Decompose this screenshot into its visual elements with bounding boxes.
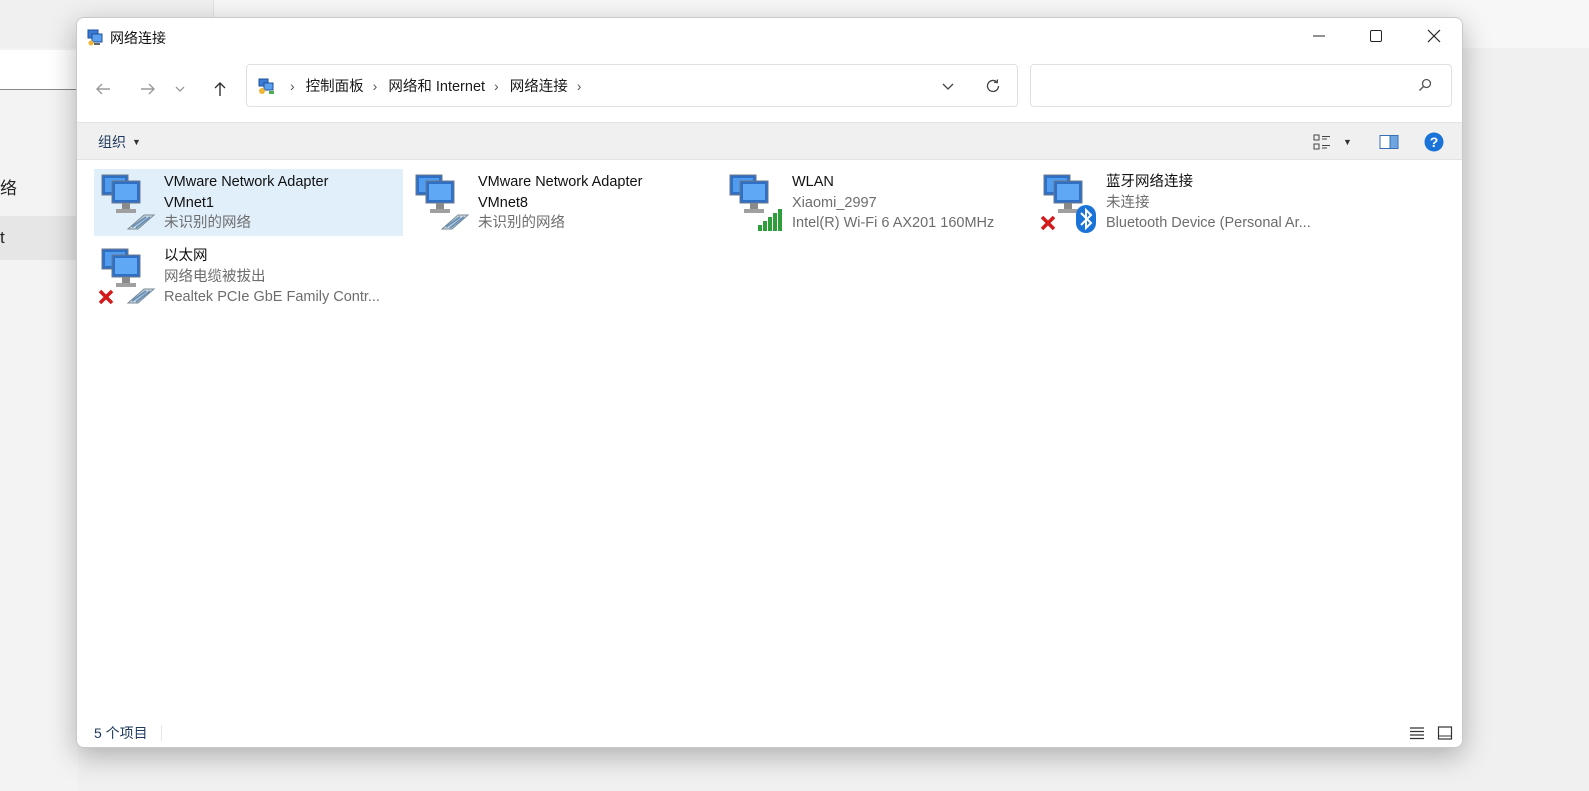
adapter-tile-ethernet[interactable]: 以太网 网络电缆被拔出 Realtek PCIe GbE Family Cont… bbox=[94, 243, 403, 310]
large-icons-view-button[interactable] bbox=[1435, 723, 1455, 743]
organize-label: 组织 bbox=[98, 134, 126, 150]
arrow-right-icon bbox=[141, 83, 155, 95]
adapter-device: Intel(R) Wi-Fi 6 AX201 160MHz bbox=[792, 215, 995, 231]
caret-down-icon: ▼ bbox=[1343, 137, 1352, 147]
chevron-down-icon bbox=[175, 86, 185, 92]
breadcrumb-network-connections[interactable]: 网络连接 bbox=[510, 75, 568, 96]
close-icon bbox=[1427, 29, 1441, 43]
adapter-name: WLAN bbox=[792, 174, 834, 190]
minimize-button[interactable] bbox=[1290, 18, 1348, 54]
control-panel-icon bbox=[258, 77, 276, 95]
maximize-button[interactable] bbox=[1347, 18, 1405, 54]
details-view-button[interactable] bbox=[1407, 723, 1427, 743]
view-dropdown-button[interactable]: ▼ bbox=[1343, 132, 1352, 152]
minimize-icon bbox=[1313, 35, 1325, 37]
help-button[interactable]: ? bbox=[1424, 132, 1444, 152]
adapter-tile-vmnet1[interactable]: VMware Network Adapter VMnet1 未识别的网络 bbox=[94, 169, 403, 236]
breadcrumb-separator-icon[interactable]: › bbox=[494, 78, 499, 94]
wifi-adapter-icon bbox=[726, 171, 790, 235]
bluetooth-adapter-icon bbox=[1040, 171, 1104, 235]
background-nav-item: 络 bbox=[0, 179, 17, 198]
network-connections-icon bbox=[87, 28, 105, 46]
large-icons-view-icon bbox=[1437, 726, 1453, 740]
background-search-field bbox=[0, 50, 78, 90]
search-box[interactable] bbox=[1030, 64, 1452, 107]
forward-button[interactable] bbox=[133, 76, 163, 102]
adapter-status: 未连接 bbox=[1106, 194, 1150, 211]
command-bar: 组织 ▼ ▼ ? bbox=[77, 122, 1462, 160]
details-view-icon bbox=[1410, 727, 1424, 740]
file-list: VMware Network Adapter VMnet1 未识别的网络 VMw… bbox=[77, 161, 1462, 714]
adapter-name: 以太网 bbox=[164, 248, 208, 264]
background-nav-item-selected: t bbox=[0, 216, 78, 260]
maximize-icon bbox=[1370, 30, 1382, 42]
help-icon: ? bbox=[1424, 132, 1444, 152]
address-bar[interactable]: › 控制面板 › 网络和 Internet › 网络连接 › bbox=[246, 64, 1018, 107]
close-button[interactable] bbox=[1405, 18, 1462, 54]
change-view-button[interactable] bbox=[1313, 132, 1331, 152]
title-bar: 网络连接 bbox=[77, 18, 1462, 56]
adapter-name: VMware Network Adapter bbox=[164, 174, 329, 190]
refresh-button[interactable] bbox=[980, 74, 1006, 98]
up-button[interactable] bbox=[205, 76, 235, 102]
adapter-name: VMware Network Adapter bbox=[478, 174, 643, 190]
adapter-name: 蓝牙网络连接 bbox=[1106, 174, 1193, 190]
adapter-name-line2: VMnet8 bbox=[478, 194, 528, 211]
chevron-down-icon bbox=[942, 83, 954, 90]
arrow-up-icon bbox=[214, 82, 226, 96]
window-title: 网络连接 bbox=[110, 30, 166, 46]
adapter-tile-wlan[interactable]: WLAN Xiaomi_2997 Intel(R) Wi-Fi 6 AX201 … bbox=[722, 169, 1031, 236]
breadcrumb: › 控制面板 › 网络和 Internet › 网络连接 › bbox=[281, 65, 592, 106]
view-options-icon bbox=[1313, 134, 1330, 150]
breadcrumb-separator-icon: › bbox=[290, 77, 295, 94]
status-bar: 5 个项目 bbox=[77, 716, 1462, 747]
adapter-device: Realtek PCIe GbE Family Contr... bbox=[164, 289, 380, 305]
caret-down-icon: ▼ bbox=[132, 137, 141, 147]
breadcrumb-separator-icon[interactable]: › bbox=[577, 78, 582, 94]
refresh-icon bbox=[986, 79, 1000, 93]
adapter-name-line2: VMnet1 bbox=[164, 194, 214, 211]
search-input[interactable] bbox=[1041, 74, 1401, 98]
arrow-left-icon bbox=[96, 83, 110, 95]
adapter-tile-vmnet8[interactable]: VMware Network Adapter VMnet8 未识别的网络 bbox=[408, 169, 717, 236]
ethernet-adapter-icon bbox=[412, 171, 476, 235]
navigation-bar: › 控制面板 › 网络和 Internet › 网络连接 › bbox=[77, 56, 1462, 120]
svg-text:?: ? bbox=[1430, 134, 1439, 150]
ethernet-adapter-icon bbox=[98, 245, 162, 309]
background-left-pane bbox=[0, 48, 78, 791]
address-history-button[interactable] bbox=[935, 74, 961, 98]
breadcrumb-separator-icon[interactable]: › bbox=[373, 78, 378, 94]
breadcrumb-control-panel[interactable]: 控制面板 bbox=[306, 75, 364, 96]
back-button[interactable] bbox=[88, 76, 118, 102]
adapter-status: 网络电缆被拔出 bbox=[164, 268, 266, 285]
organize-menu-button[interactable]: 组织 ▼ bbox=[98, 123, 141, 161]
adapter-status: 未识别的网络 bbox=[478, 215, 565, 231]
adapter-status: 未识别的网络 bbox=[164, 215, 251, 231]
preview-pane-icon bbox=[1379, 135, 1399, 149]
item-count: 5 个项目 bbox=[94, 725, 148, 741]
recent-locations-button[interactable] bbox=[170, 76, 190, 102]
ethernet-adapter-icon bbox=[98, 171, 162, 235]
adapter-status: Xiaomi_2997 bbox=[792, 194, 877, 211]
adapter-device: Bluetooth Device (Personal Ar... bbox=[1106, 215, 1311, 231]
adapter-tile-bluetooth[interactable]: 蓝牙网络连接 未连接 Bluetooth Device (Personal Ar… bbox=[1036, 169, 1345, 236]
breadcrumb-network-internet[interactable]: 网络和 Internet bbox=[388, 75, 485, 96]
search-icon[interactable] bbox=[1417, 77, 1435, 95]
preview-pane-button[interactable] bbox=[1379, 132, 1399, 152]
network-connections-window: 网络连接 › 控制面板 › 网络和 Internet › 网络连接 › 组织 ▼… bbox=[76, 17, 1463, 748]
status-divider bbox=[161, 725, 162, 741]
